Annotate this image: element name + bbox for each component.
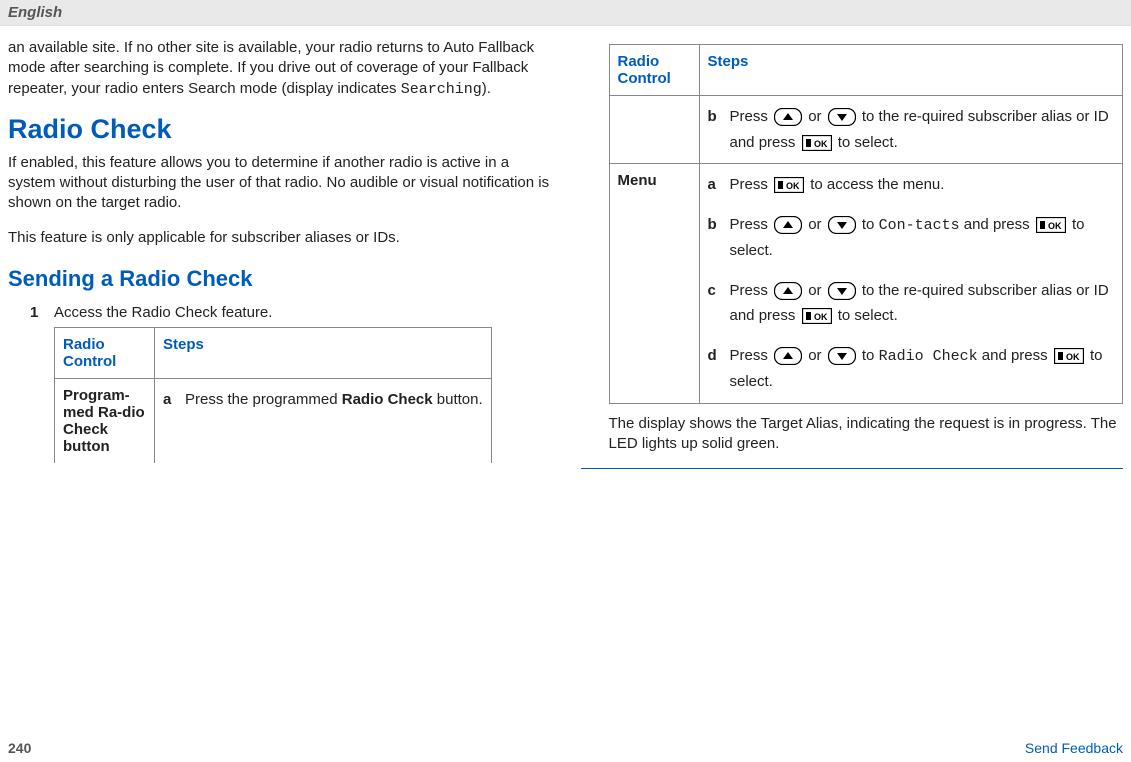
- substep: c Press or to the re-quired subscriber a…: [708, 278, 1115, 329]
- substep-body: Press or to the re-quired subscriber ali…: [730, 278, 1115, 329]
- svg-text:OK: OK: [1048, 221, 1062, 231]
- substep-body: Press or to Radio Check and press OK to …: [730, 343, 1115, 395]
- ok-button-icon: OK: [774, 177, 804, 193]
- text: and press: [978, 347, 1052, 364]
- mono-text: Radio Check: [879, 348, 978, 365]
- row-label-empty: [609, 96, 699, 164]
- row-steps-cell: b Press or to the re-quired subscriber a…: [699, 96, 1123, 164]
- content-columns: an available site. If no other site is a…: [0, 26, 1131, 475]
- text: or: [808, 347, 826, 364]
- step-number: 1: [30, 304, 54, 463]
- svg-text:OK: OK: [786, 181, 800, 191]
- text: or: [808, 216, 826, 233]
- substep: a Press OK to access the menu.: [708, 172, 1115, 198]
- send-feedback-link[interactable]: Send Feedback: [1025, 740, 1123, 756]
- down-arrow-button-icon: [828, 216, 856, 234]
- text: Press: [730, 347, 773, 364]
- subsection-heading-sending: Sending a Radio Check: [8, 266, 551, 292]
- intro-paragraph: an available site. If no other site is a…: [8, 38, 551, 100]
- right-col-indent: Radio Control Steps b Press or: [609, 44, 1124, 454]
- substep-letter: d: [708, 343, 730, 395]
- substep: b Press or to Con-tacts and press OK to …: [708, 212, 1115, 264]
- text: to: [862, 216, 879, 233]
- page-header: English: [0, 0, 1131, 26]
- ok-button-icon: OK: [1036, 217, 1066, 233]
- down-arrow-button-icon: [828, 282, 856, 300]
- radio-check-desc-1: If enabled, this feature allows you to d…: [8, 153, 551, 214]
- svg-text:OK: OK: [814, 312, 828, 322]
- section-heading-radio-check: Radio Check: [8, 114, 551, 145]
- substep: d Press or to Radio Check and press OK t…: [708, 343, 1115, 395]
- text: to access the menu.: [810, 176, 944, 193]
- row-label-programmed-button: Program-med Ra-dio Check button: [55, 378, 155, 463]
- steps-table-left: Radio Control Steps Program-med Ra-dio C…: [54, 327, 492, 463]
- left-column: an available site. If no other site is a…: [8, 38, 551, 475]
- substep-body: Press or to Con-tacts and press OK to se…: [730, 212, 1115, 264]
- up-arrow-button-icon: [774, 216, 802, 234]
- svg-text:OK: OK: [814, 139, 828, 149]
- table-row: Program-med Ra-dio Check button a Press …: [55, 378, 492, 463]
- substep-letter: b: [708, 104, 730, 155]
- up-arrow-button-icon: [774, 108, 802, 126]
- up-arrow-button-icon: [774, 347, 802, 365]
- text: Press: [730, 216, 773, 233]
- right-column: Radio Control Steps b Press or: [581, 38, 1124, 475]
- substep-text-bold: Radio Check: [342, 391, 433, 408]
- text: or: [808, 108, 826, 125]
- intro-mono: Searching: [401, 81, 482, 98]
- steps-table-right: Radio Control Steps b Press or: [609, 44, 1124, 404]
- down-arrow-button-icon: [828, 108, 856, 126]
- mono-text: Con-tacts: [879, 217, 960, 234]
- svg-text:OK: OK: [1066, 352, 1080, 362]
- up-arrow-button-icon: [774, 282, 802, 300]
- text: and press: [960, 216, 1034, 233]
- substep-body: Press the programmed Radio Check button.: [185, 387, 483, 413]
- page-footer: 240 Send Feedback: [0, 740, 1131, 756]
- radio-check-desc-2: This feature is only applicable for subs…: [8, 228, 551, 248]
- text: Press: [730, 176, 773, 193]
- divider: [581, 468, 1124, 469]
- text: to select.: [838, 307, 898, 324]
- substep-letter: a: [708, 172, 730, 198]
- page-number: 240: [8, 740, 31, 756]
- substep-letter: a: [163, 387, 185, 413]
- step-body: Access the Radio Check feature. Radio Co…: [54, 304, 492, 463]
- row-steps-cell: a Press OK to access the menu. b Press: [699, 164, 1123, 404]
- substep: b Press or to the re-quired subscriber a…: [708, 104, 1115, 155]
- ok-button-icon: OK: [802, 135, 832, 151]
- intro-close: ).: [482, 80, 491, 97]
- ok-button-icon: OK: [802, 308, 832, 324]
- substep-body: Press OK to access the menu.: [730, 172, 1115, 198]
- numbered-list: 1 Access the Radio Check feature. Radio …: [30, 304, 551, 463]
- table-header-radio-control: Radio Control: [55, 327, 155, 378]
- row-label-menu: Menu: [609, 164, 699, 404]
- text: Press: [730, 108, 773, 125]
- text: or: [808, 282, 826, 299]
- text: to select.: [838, 134, 898, 151]
- substep-text-pre: Press the programmed: [185, 391, 342, 408]
- substep: a Press the programmed Radio Check butto…: [163, 387, 483, 413]
- table-row: b Press or to the re-quired subscriber a…: [609, 96, 1123, 164]
- substep-text-post: button.: [433, 391, 483, 408]
- table-header-steps: Steps: [155, 327, 492, 378]
- after-table-paragraph: The display shows the Target Alias, indi…: [609, 414, 1124, 455]
- row-steps-cell: a Press the programmed Radio Check butto…: [155, 378, 492, 463]
- text: to: [862, 347, 879, 364]
- down-arrow-button-icon: [828, 347, 856, 365]
- table-header-steps: Steps: [699, 45, 1123, 96]
- table-row: Menu a Press OK to access the menu. b: [609, 164, 1123, 404]
- step-text: Access the Radio Check feature.: [54, 304, 492, 321]
- substep-letter: b: [708, 212, 730, 264]
- substep-body: Press or to the re-quired subscriber ali…: [730, 104, 1115, 155]
- text: Press: [730, 282, 773, 299]
- table-header-radio-control: Radio Control: [609, 45, 699, 96]
- substep-letter: c: [708, 278, 730, 329]
- list-item: 1 Access the Radio Check feature. Radio …: [30, 304, 551, 463]
- ok-button-icon: OK: [1054, 348, 1084, 364]
- header-language: English: [8, 4, 62, 21]
